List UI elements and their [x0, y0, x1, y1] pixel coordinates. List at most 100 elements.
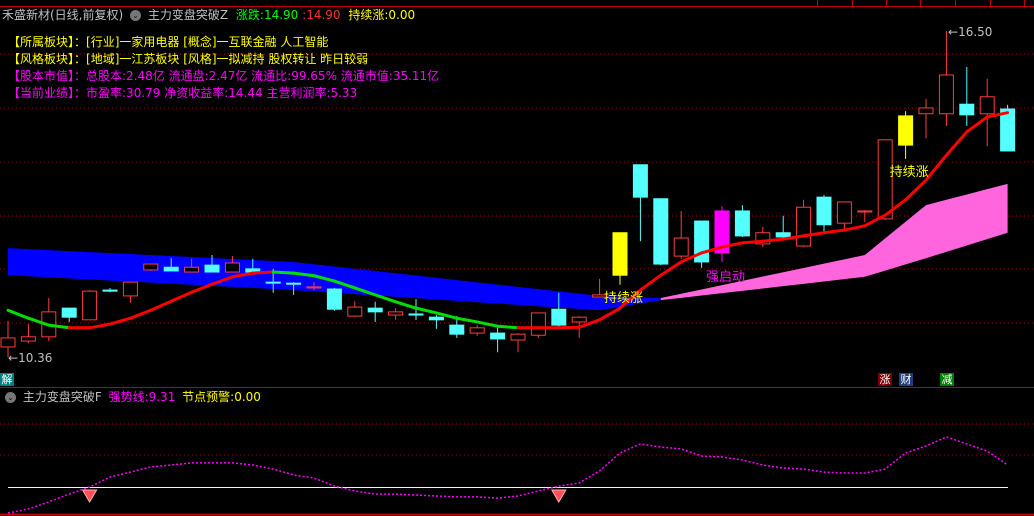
- ma-line-segment: [761, 237, 785, 243]
- strong-value: 9.31: [148, 390, 176, 404]
- reduce-badge[interactable]: 减: [940, 373, 954, 386]
- candle-body: [959, 103, 975, 116]
- candle-body: [816, 196, 832, 226]
- candle-body: [612, 232, 628, 276]
- signal-label: 持续涨: [604, 290, 644, 306]
- indicator-dropdown-icon[interactable]: ⌄: [130, 10, 142, 21]
- alert-diamond-icon: [550, 489, 567, 503]
- candle-body: [265, 281, 281, 284]
- candle-body: [979, 96, 995, 115]
- candle-body: [775, 232, 791, 238]
- node-label: 节点预警:: [182, 390, 235, 404]
- strong-label: 强势线:: [108, 390, 149, 404]
- stock-title: 禾盛新材(日线,前复权): [2, 8, 124, 22]
- ma-line-segment: [414, 306, 438, 315]
- ma-line-segment: [965, 115, 989, 134]
- candle-body: [61, 307, 77, 318]
- signal-label: 持续涨: [889, 164, 929, 180]
- ma-line-segment: [638, 273, 663, 292]
- candle-body: [632, 164, 648, 198]
- candle-body: [428, 316, 444, 321]
- lower-header: ⌄ 主力变盘突破F 强势线:9.31 节点预警:0.00: [2, 389, 261, 405]
- ma-line-segment: [251, 270, 275, 275]
- candle-body: [653, 198, 669, 265]
- candle-body: [408, 313, 424, 316]
- candle-body: [1000, 108, 1016, 152]
- candle-body: [286, 282, 302, 285]
- ma-line-segment: [6, 308, 30, 320]
- candle-body: [306, 286, 322, 289]
- candle-body: [326, 288, 342, 310]
- ma-line-segment: [190, 282, 214, 294]
- ma-line-segment: [475, 320, 500, 328]
- strong-line: [7, 436, 1009, 514]
- candle-body: [224, 262, 240, 273]
- candle-body: [367, 307, 383, 313]
- info-row-capital: 【股本市值】：总股本:2.48亿 流通盘:2.47亿 流通比:99.65% 流通…: [8, 69, 440, 83]
- unlock-badge[interactable]: 解: [0, 373, 14, 386]
- ma-line-segment: [169, 290, 194, 303]
- ma-line-segment: [88, 322, 112, 330]
- finance-badge[interactable]: 财: [899, 373, 913, 386]
- candle-body: [510, 333, 526, 341]
- signal-label: 强启动: [706, 270, 746, 285]
- candle-body: [836, 201, 852, 224]
- candle-body: [0, 337, 16, 348]
- candle-body: [469, 327, 485, 334]
- ma-line-segment: [496, 324, 520, 330]
- candle-body: [143, 263, 159, 271]
- candle-body: [122, 281, 138, 297]
- indicator-name[interactable]: 主力变盘突破Z: [148, 8, 228, 22]
- candle-body: [796, 206, 812, 247]
- candle-body: [184, 266, 200, 273]
- ma-line-segment: [740, 239, 765, 245]
- lower-indicator-name[interactable]: 主力变盘突破F: [23, 390, 102, 404]
- info-row-performance: 【当前业绩】：市盈率:30.79 净资收益率:14.44 主营利润率:5.33: [8, 86, 358, 100]
- candle-body: [530, 312, 546, 336]
- candle-body: [82, 290, 98, 321]
- candle-body: [551, 308, 567, 326]
- ma-line-segment: [904, 178, 928, 202]
- ma-line-segment: [822, 228, 846, 235]
- low-price-label: ←10.36: [8, 351, 53, 365]
- candle-body: [918, 107, 934, 115]
- sustain-value: 0.00: [388, 8, 416, 22]
- candle-body: [898, 115, 914, 146]
- ma-line-segment: [128, 308, 153, 320]
- sustain-label: 持续涨:: [348, 8, 389, 22]
- info-panel: 【所属板块】：[行业]一家用电器 [概念]一互联金融 人工智能 【风格板块】：[…: [8, 34, 439, 102]
- candle-body: [490, 332, 506, 340]
- rise-badge[interactable]: 涨: [878, 373, 892, 386]
- candle-body: [857, 210, 873, 213]
- ma-line-segment: [924, 153, 948, 182]
- candle-body: [204, 264, 220, 273]
- ma-line-segment: [394, 300, 418, 310]
- change-value-red: 14.90: [306, 8, 341, 22]
- ma-line-segment: [455, 316, 479, 324]
- ma-line-segment: [842, 224, 867, 232]
- change-value-green: 14.90: [263, 8, 299, 22]
- ma-line-segment: [149, 299, 173, 312]
- ma-line-segment: [598, 306, 622, 322]
- chart-header: 禾盛新材(日线,前复权) ⌄ 主力变盘突破Z 涨跌:14.90 :14.90 持…: [2, 8, 416, 22]
- candle-body: [449, 324, 465, 335]
- ma-line-segment: [863, 213, 887, 228]
- candle-body: [673, 237, 689, 257]
- candle-body: [734, 210, 750, 237]
- candle-body: [938, 74, 954, 115]
- node-value: 0.00: [234, 390, 261, 404]
- candle-body: [571, 316, 587, 323]
- ma-line-segment: [557, 325, 581, 330]
- candle-body: [102, 289, 118, 292]
- candle-body: [347, 306, 363, 317]
- lower-dropdown-icon[interactable]: ⌄: [5, 392, 16, 403]
- candle-body: [388, 311, 404, 316]
- info-row-sector: 【所属板块】：[行业]一家用电器 [概念]一互联金融 人工智能: [8, 35, 329, 49]
- info-row-style: 【风格板块】：[地域]一江苏板块 [风格]一拟减持 股权转让 昨日较弱: [8, 52, 369, 66]
- high-price-label: ←16.50: [948, 25, 993, 39]
- ma-line-segment: [271, 270, 296, 275]
- change-label: 涨跌:: [235, 8, 264, 22]
- ma-line-segment: [944, 130, 969, 157]
- candle-body: [20, 336, 36, 342]
- alert-diamond-icon: [81, 489, 98, 503]
